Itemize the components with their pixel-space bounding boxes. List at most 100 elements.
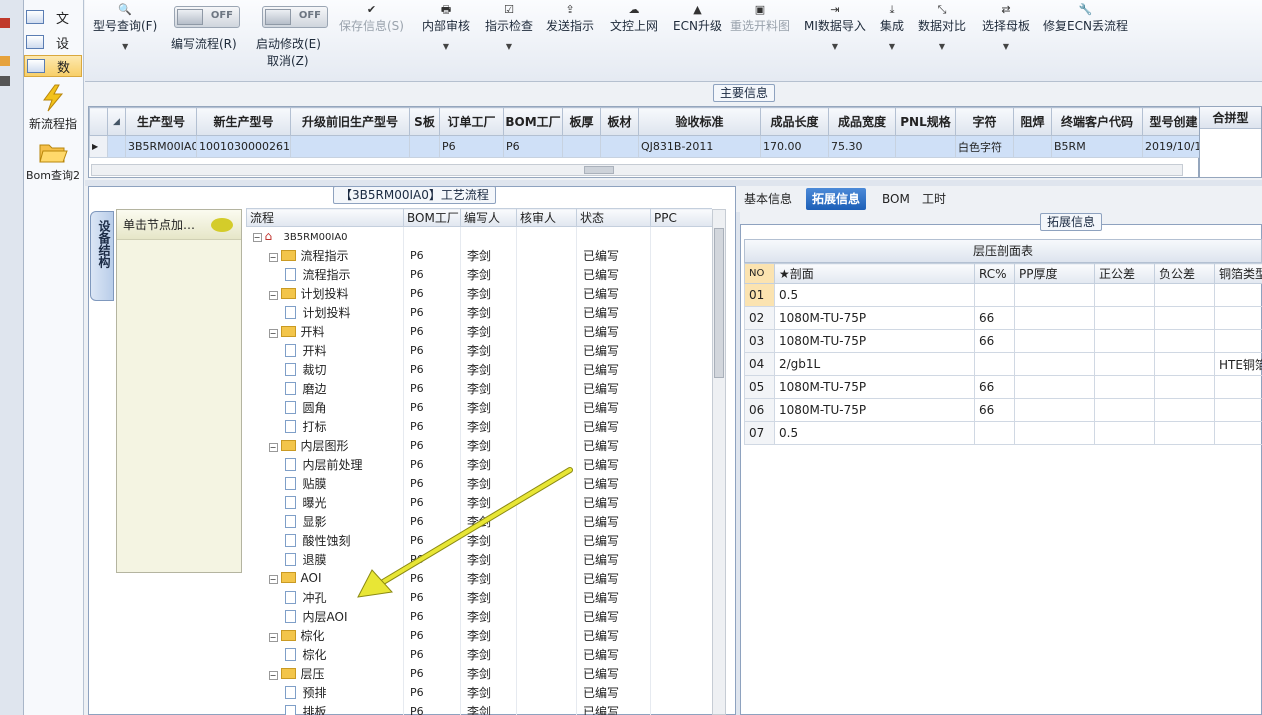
tab-work-hours[interactable]: 工时: [916, 188, 952, 210]
stack-cell-pos[interactable]: [1094, 283, 1155, 307]
tree-row[interactable]: 计划投料 P6 李剑 已编写: [246, 302, 712, 322]
table-row[interactable]: 06 1080M-TU-75P 66: [744, 398, 1262, 422]
internal-review-button[interactable]: 🖶 内部审核 ▼: [422, 3, 470, 51]
table-cell[interactable]: [895, 135, 956, 158]
tree-row[interactable]: 退膜 P6 李剑 已编写: [246, 549, 712, 569]
stack-cell-foil[interactable]: [1214, 375, 1262, 399]
tree-row[interactable]: 圆角 P6 李剑 已编写: [246, 397, 712, 417]
tree-row[interactable]: − 计划投料 P6 李剑 已编写: [246, 283, 712, 303]
column-header[interactable]: NO: [744, 263, 775, 284]
tree-row[interactable]: − 内层图形 P6 李剑 已编写: [246, 435, 712, 455]
stack-cell-section[interactable]: 2/gb1L: [774, 352, 975, 376]
table-cell[interactable]: P6: [503, 135, 563, 158]
stack-cell-neg[interactable]: [1154, 329, 1215, 353]
tree-row[interactable]: 酸性蚀刻 P6 李剑 已编写: [246, 530, 712, 550]
column-header[interactable]: 成品长度: [760, 107, 829, 136]
main-grid-hscrollbar[interactable]: [91, 164, 1183, 176]
stack-cell-pp[interactable]: [1014, 375, 1095, 399]
tree-row[interactable]: − 层压 P6 李剑 已编写: [246, 663, 712, 683]
stack-cell-neg[interactable]: [1154, 398, 1215, 422]
collapse-icon[interactable]: −: [268, 632, 278, 642]
tree-row[interactable]: 开料 P6 李剑 已编写: [246, 340, 712, 360]
mi-import-button[interactable]: ⇥ MI数据导入 ▼: [804, 3, 866, 51]
stack-cell-pp[interactable]: [1014, 421, 1095, 445]
tree-row[interactable]: 预排 P6 李剑 已编写: [246, 682, 712, 702]
side-menu-item-active[interactable]: 数: [24, 55, 82, 77]
scroll-thumb[interactable]: [714, 228, 724, 378]
select-master-button[interactable]: ⇄ 选择母板 ▼: [982, 3, 1030, 51]
table-row[interactable]: 05 1080M-TU-75P 66: [744, 375, 1262, 399]
send-indicator-button[interactable]: ⇪ 发送指示: [546, 3, 594, 34]
column-header[interactable]: 阻焊: [1013, 107, 1052, 136]
resend-chart-button[interactable]: ▣ 重选开料图: [730, 3, 790, 34]
table-cell[interactable]: 3B5RM00IA0: [125, 135, 197, 158]
column-header[interactable]: 生产型号: [125, 107, 197, 136]
stack-cell-rc[interactable]: [974, 283, 1015, 307]
stack-cell-rc[interactable]: 66: [974, 306, 1015, 330]
column-header[interactable]: 新生产型号: [196, 107, 291, 136]
tree-row[interactable]: 贴膜 P6 李剑 已编写: [246, 473, 712, 493]
tree-row[interactable]: 内层AOI P6 李剑 已编写: [246, 606, 712, 626]
column-header[interactable]: BOM工厂: [503, 107, 563, 136]
column-header[interactable]: 板材: [600, 107, 639, 136]
stack-cell-pp[interactable]: [1014, 306, 1095, 330]
tree-row[interactable]: − AOI P6 李剑 已编写: [246, 568, 712, 588]
stack-cell-foil[interactable]: [1214, 421, 1262, 445]
collapse-icon[interactable]: −: [268, 670, 278, 680]
table-cell[interactable]: [290, 135, 410, 158]
stack-cell-rc[interactable]: 66: [974, 398, 1015, 422]
stack-cell-pos[interactable]: [1094, 398, 1155, 422]
table-row[interactable]: 07 0.5: [744, 421, 1262, 445]
column-header[interactable]: S板: [409, 107, 440, 136]
ecn-upgrade-button[interactable]: ▲ ECN升级: [673, 3, 722, 34]
stack-cell-neg[interactable]: [1154, 375, 1215, 399]
stack-cell-no[interactable]: 02: [744, 306, 775, 330]
fix-ecn-button[interactable]: 🔧 修复ECN丢流程: [1043, 3, 1128, 34]
table-row[interactable]: 042/gb1L HTE铜箔: [744, 352, 1262, 376]
indicator-check-button[interactable]: ☑ 指示检查 ▼: [485, 3, 533, 51]
stack-cell-neg[interactable]: [1154, 421, 1215, 445]
column-header[interactable]: 订单工厂: [439, 107, 504, 136]
tree-row[interactable]: − 棕化 P6 李剑 已编写: [246, 625, 712, 645]
stack-cell-neg[interactable]: [1154, 352, 1215, 376]
stack-cell-pp[interactable]: [1014, 398, 1095, 422]
column-header[interactable]: 铜箔类型: [1214, 263, 1262, 284]
column-header[interactable]: ★剖面: [774, 263, 975, 284]
stack-cell-rc[interactable]: [974, 352, 1015, 376]
stack-cell-pp[interactable]: [1014, 352, 1095, 376]
stack-cell-no[interactable]: 07: [744, 421, 775, 445]
integrate-button[interactable]: ⤓ 集成 ▼: [880, 3, 904, 51]
table-row[interactable]: 01 0.5: [744, 283, 1262, 307]
stack-cell-pos[interactable]: [1094, 306, 1155, 330]
tree-vscrollbar[interactable]: [712, 209, 726, 715]
table-row[interactable]: ▶ 3B5RM00IA0 10010300002614 P6 P6 QJ831B-201…: [89, 135, 1205, 158]
table-cell[interactable]: [600, 135, 639, 158]
stack-cell-foil[interactable]: HTE铜箔: [1214, 352, 1262, 376]
stack-cell-rc[interactable]: [974, 421, 1015, 445]
stack-cell-section[interactable]: 1080M-TU-75P: [774, 398, 975, 422]
tab-basic-info[interactable]: 基本信息: [738, 188, 798, 210]
tree-row[interactable]: 裁切 P6 李剑 已编写: [246, 359, 712, 379]
column-header[interactable]: RC%: [974, 263, 1015, 284]
equipment-structure-tab[interactable]: 设备结构: [90, 211, 114, 301]
column-header[interactable]: 核审人: [516, 208, 577, 227]
tab-bom[interactable]: BOM: [876, 188, 916, 210]
side-menu-item[interactable]: 文: [24, 6, 82, 28]
tree-row[interactable]: 棕化 P6 李剑 已编写: [246, 644, 712, 664]
table-cell[interactable]: 10010300002614: [196, 135, 291, 158]
table-row[interactable]: 03 1080M-TU-75P 66: [744, 329, 1262, 353]
column-header[interactable]: PNL规格: [895, 107, 956, 136]
collapse-icon[interactable]: −: [252, 233, 262, 243]
stack-cell-foil[interactable]: [1214, 398, 1262, 422]
stack-cell-neg[interactable]: [1154, 306, 1215, 330]
stack-cell-pos[interactable]: [1094, 329, 1155, 353]
tree-row[interactable]: 流程指示 P6 李剑 已编写: [246, 264, 712, 284]
save-info-button[interactable]: ✔ 保存信息(S): [339, 3, 404, 34]
column-header[interactable]: 编写人: [460, 208, 517, 227]
table-cell[interactable]: P6: [439, 135, 504, 158]
side-menu-item[interactable]: 设: [24, 31, 82, 53]
stack-cell-section[interactable]: 0.5: [774, 421, 975, 445]
start-modify-toggle[interactable]: OFF: [262, 6, 328, 28]
stack-cell-no[interactable]: 06: [744, 398, 775, 422]
column-header[interactable]: 负公差: [1154, 263, 1215, 284]
